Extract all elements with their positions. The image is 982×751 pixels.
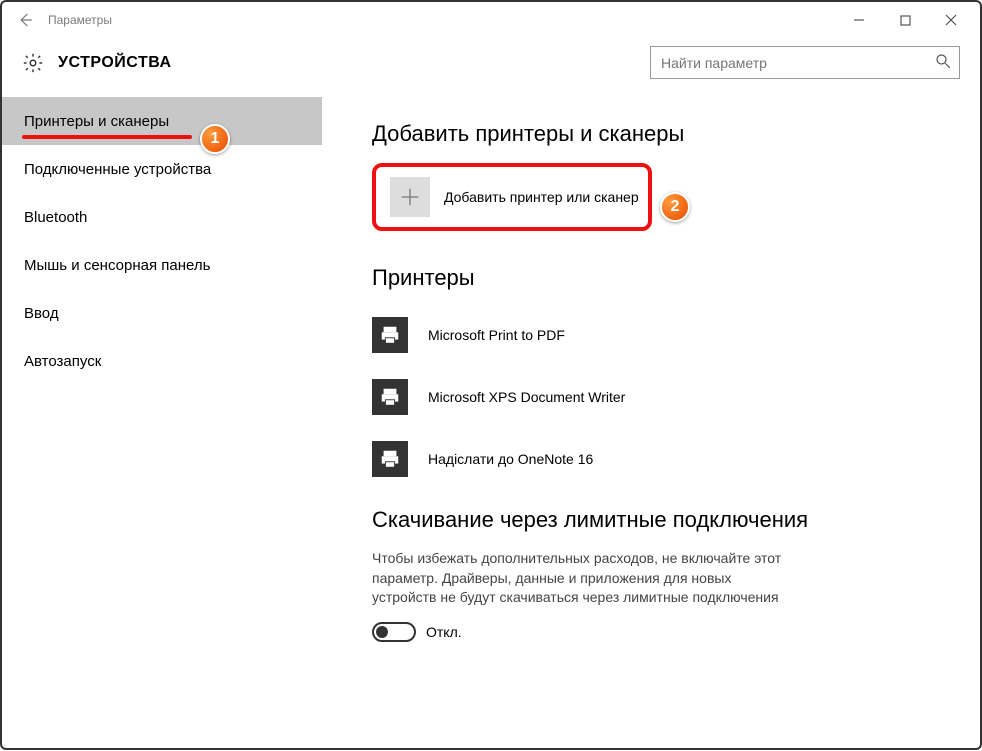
sidebar-item-mouse[interactable]: Мышь и сенсорная панель bbox=[2, 241, 322, 289]
sidebar-item-printers[interactable]: Принтеры и сканеры bbox=[2, 97, 322, 145]
sidebar-item-autorun[interactable]: Автозапуск bbox=[2, 337, 322, 385]
sidebar-item-bluetooth[interactable]: Bluetooth bbox=[2, 193, 322, 241]
printer-item[interactable]: Microsoft Print to PDF bbox=[372, 307, 956, 363]
printer-label: Microsoft XPS Document Writer bbox=[428, 389, 625, 405]
section-add-title: Добавить принтеры и сканеры bbox=[372, 121, 956, 147]
annotation-underline bbox=[22, 135, 192, 139]
printer-icon bbox=[372, 379, 408, 415]
sidebar-item-input[interactable]: Ввод bbox=[2, 289, 322, 337]
sidebar-item-label: Мышь и сенсорная панель bbox=[24, 257, 210, 274]
printer-item[interactable]: Надіслати до OneNote 16 bbox=[372, 431, 956, 487]
back-button[interactable] bbox=[8, 3, 42, 37]
titlebar: Параметры bbox=[2, 2, 980, 38]
gear-icon bbox=[22, 52, 44, 74]
metered-toggle-row: Откл. bbox=[372, 622, 956, 642]
annotation-badge-2: 2 bbox=[660, 192, 690, 222]
add-printer-button[interactable]: Добавить принтер или сканер bbox=[376, 167, 648, 227]
annotation-badge-1: 1 bbox=[200, 124, 230, 154]
sidebar-item-label: Bluetooth bbox=[24, 209, 87, 226]
add-printer-highlight: Добавить принтер или сканер bbox=[372, 163, 652, 231]
sidebar: Принтеры и сканеры Подключенные устройст… bbox=[2, 97, 322, 751]
search-input[interactable] bbox=[650, 46, 960, 79]
section-metered-title: Скачивание через лимитные подключения bbox=[372, 507, 956, 533]
sidebar-item-label: Автозапуск bbox=[24, 353, 101, 370]
content: Добавить принтеры и сканеры Добавить при… bbox=[322, 97, 980, 751]
search-wrap bbox=[650, 46, 960, 79]
printer-label: Microsoft Print to PDF bbox=[428, 327, 565, 343]
section-printers-title: Принтеры bbox=[372, 265, 956, 291]
plus-icon bbox=[390, 177, 430, 217]
header: УСТРОЙСТВА bbox=[2, 38, 980, 97]
close-button[interactable] bbox=[928, 5, 974, 35]
main: Принтеры и сканеры Подключенные устройст… bbox=[2, 97, 980, 751]
printer-icon bbox=[372, 441, 408, 477]
search-icon bbox=[934, 52, 952, 75]
printer-label: Надіслати до OneNote 16 bbox=[428, 451, 593, 467]
printer-icon bbox=[372, 317, 408, 353]
add-printer-label: Добавить принтер или сканер bbox=[444, 189, 639, 205]
printer-item[interactable]: Microsoft XPS Document Writer bbox=[372, 369, 956, 425]
metered-toggle[interactable] bbox=[372, 622, 416, 642]
page-title: УСТРОЙСТВА bbox=[58, 54, 172, 72]
sidebar-item-label: Принтеры и сканеры bbox=[24, 113, 169, 130]
sidebar-item-label: Подключенные устройства bbox=[24, 161, 211, 178]
metered-description: Чтобы избежать дополнительных расходов, … bbox=[372, 549, 792, 608]
sidebar-item-label: Ввод bbox=[24, 305, 59, 322]
window-title: Параметры bbox=[48, 13, 112, 27]
sidebar-item-connected[interactable]: Подключенные устройства bbox=[2, 145, 322, 193]
maximize-button[interactable] bbox=[882, 5, 928, 35]
metered-toggle-label: Откл. bbox=[426, 624, 462, 640]
minimize-button[interactable] bbox=[836, 5, 882, 35]
